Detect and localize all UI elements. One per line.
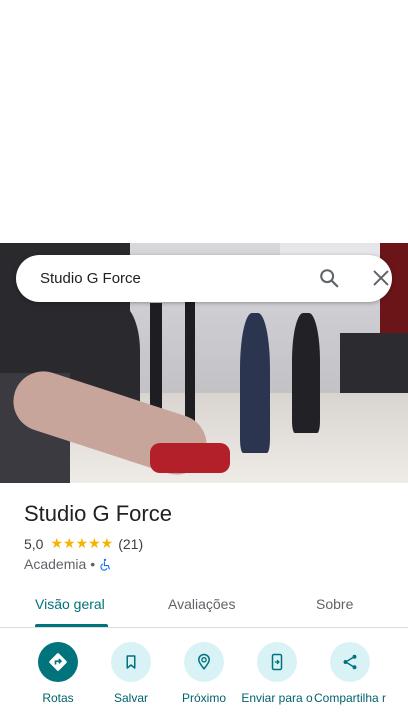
close-icon[interactable] (370, 267, 392, 289)
place-title: Studio G Force (24, 501, 172, 526)
rating-stars: ★★★★★ (50, 535, 114, 551)
share-button[interactable]: Compartilha r (310, 640, 390, 705)
place-category: Academia (24, 556, 87, 572)
tab-reviews[interactable]: Avaliações (168, 596, 235, 612)
share-icon (330, 642, 370, 682)
save-button[interactable]: Salvar (91, 640, 171, 705)
review-count[interactable]: (21) (118, 536, 143, 552)
save-label: Salvar (113, 691, 148, 705)
search-icon[interactable] (318, 267, 340, 289)
nearby-icon (184, 642, 224, 682)
send-to-phone-button[interactable]: Enviar para o (237, 640, 317, 705)
directions-label: Rotas (42, 691, 74, 705)
nearby-label: Próximo (181, 691, 226, 705)
bookmark-icon (111, 642, 151, 682)
category-separator: • (90, 556, 96, 572)
photo-red-pad (150, 443, 230, 473)
search-bar[interactable]: Studio G Force (16, 255, 392, 302)
tab-overview[interactable]: Visão geral (35, 596, 105, 612)
directions-button[interactable]: Rotas (18, 640, 98, 705)
map-blank-area (0, 0, 408, 243)
directions-icon (38, 642, 78, 682)
tab-about[interactable]: Sobre (316, 596, 353, 612)
share-label: Compartilha r (313, 691, 387, 705)
send-to-phone-label: Enviar para o (241, 691, 313, 705)
photo-person (292, 313, 320, 433)
wheelchair-accessible-icon (100, 558, 111, 571)
nearby-button[interactable]: Próximo (164, 640, 244, 705)
action-row: Rotas Salvar Próximo Enviar para o Compa… (0, 640, 408, 726)
category-row: Academia • (24, 556, 112, 572)
send-to-phone-icon (257, 642, 297, 682)
photo-bench (340, 333, 408, 393)
tab-bar: Visão geral Avaliações Sobre (0, 585, 408, 628)
rating-row[interactable]: 5,0 ★★★★★ (21) (24, 535, 143, 552)
active-tab-indicator (35, 624, 108, 627)
photo-person (240, 313, 270, 453)
rating-value: 5,0 (24, 535, 44, 552)
